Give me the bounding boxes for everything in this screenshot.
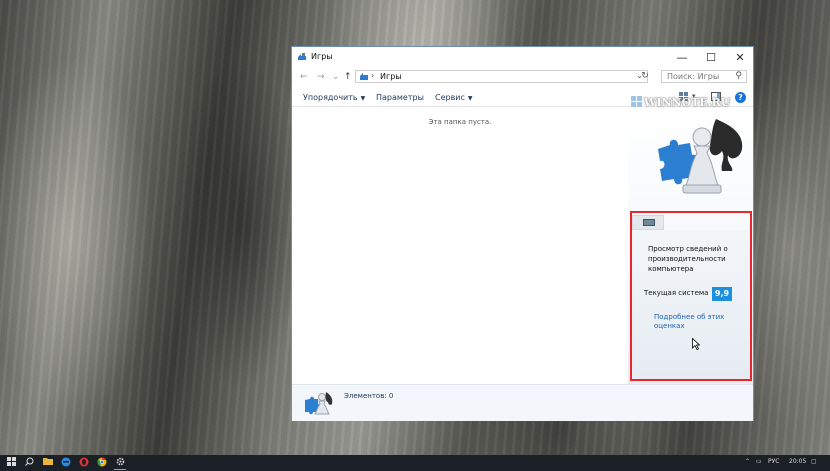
recent-locations-chevron-icon[interactable]: ⌄: [332, 72, 340, 82]
games-location-icon: [360, 73, 368, 80]
search-placeholder: Поиск: Игры: [667, 72, 720, 81]
games-small-icon: [305, 392, 333, 415]
chevron-down-icon: ▼: [467, 95, 473, 102]
settings-taskbar-icon[interactable]: [114, 457, 126, 470]
item-count: Элементов: 0: [344, 392, 394, 400]
search-input[interactable]: Поиск: Игры ⚲: [661, 70, 747, 83]
performance-details: Просмотр сведений о производительности к…: [632, 230, 749, 380]
search-icon: ⚲: [735, 71, 742, 81]
breadcrumb-separator: ›: [371, 71, 375, 80]
window-title: Игры: [311, 52, 333, 61]
address-row: ← → ⌄ ↑ › Игры ⌄ ↻ Поиск: Игры ⚲: [292, 69, 753, 85]
empty-folder-message: Эта папка пуста.: [428, 118, 492, 126]
file-list-area[interactable]: Эта папка пуста.: [292, 107, 628, 384]
performance-score-badge: 9,9: [712, 287, 732, 301]
back-arrow-icon[interactable]: ←: [300, 72, 308, 82]
details-pane: Элементов: 0: [292, 384, 753, 421]
notification-up-arrow-icon[interactable]: ⌃: [745, 458, 750, 465]
breadcrumb-games[interactable]: Игры: [380, 72, 402, 81]
current-system-label: Текущая система: [644, 289, 709, 297]
games-chess-puzzle-icon: [658, 119, 743, 194]
forward-arrow-icon[interactable]: →: [317, 72, 325, 82]
more-about-scores-link[interactable]: Подробнее об этих оценках: [654, 313, 739, 331]
close-button[interactable]: ✕: [725, 47, 755, 67]
performance-tab[interactable]: [632, 215, 664, 230]
file-explorer-taskbar-icon[interactable]: [42, 457, 54, 469]
monitor-icon: [643, 219, 655, 226]
taskbar: ⌃ ▭ РУС 20:05 ▢: [0, 455, 830, 471]
language-indicator[interactable]: РУС: [768, 458, 779, 465]
address-field[interactable]: › Игры ⌄: [355, 70, 648, 83]
preview-pane: WINNOTE.RU Просмотр сведений о производи…: [628, 96, 753, 384]
chevron-down-icon: ▼: [360, 95, 366, 102]
refresh-icon[interactable]: ↻: [638, 71, 652, 83]
search-taskbar-icon[interactable]: [23, 457, 35, 469]
chrome-browser-taskbar-icon[interactable]: [96, 457, 108, 469]
clock[interactable]: 20:05: [789, 458, 806, 465]
maximize-button[interactable]: ☐: [696, 47, 726, 67]
winnote-watermark: WINNOTE.RU: [631, 96, 730, 109]
performance-info-panel: Просмотр сведений о производительности к…: [632, 215, 752, 380]
up-arrow-icon[interactable]: ↑: [344, 72, 352, 82]
games-folder-icon: [298, 53, 306, 60]
parameters-button[interactable]: Параметры: [376, 93, 424, 102]
opera-browser-taskbar-icon[interactable]: [78, 457, 90, 469]
explorer-window: Игры — ☐ ✕ ← → ⌄ ↑ › Игры ⌄ ↻ Поиск: Игр…: [291, 46, 754, 421]
edge-browser-taskbar-icon[interactable]: [60, 457, 72, 469]
mouse-pointer-icon: [692, 338, 700, 350]
performance-heading: Просмотр сведений о производительности к…: [648, 245, 728, 273]
minimize-button[interactable]: —: [667, 47, 697, 67]
organize-menu[interactable]: Упорядочить ▼: [303, 93, 365, 102]
start-button[interactable]: [5, 457, 17, 469]
help-icon[interactable]: ?: [735, 92, 746, 103]
service-menu[interactable]: Сервис ▼: [435, 93, 473, 102]
action-center-icon[interactable]: ▢: [811, 458, 817, 465]
title-bar[interactable]: Игры — ☐ ✕: [292, 47, 753, 67]
windows-logo-icon: [631, 96, 642, 107]
network-icon[interactable]: ▭: [756, 458, 762, 465]
